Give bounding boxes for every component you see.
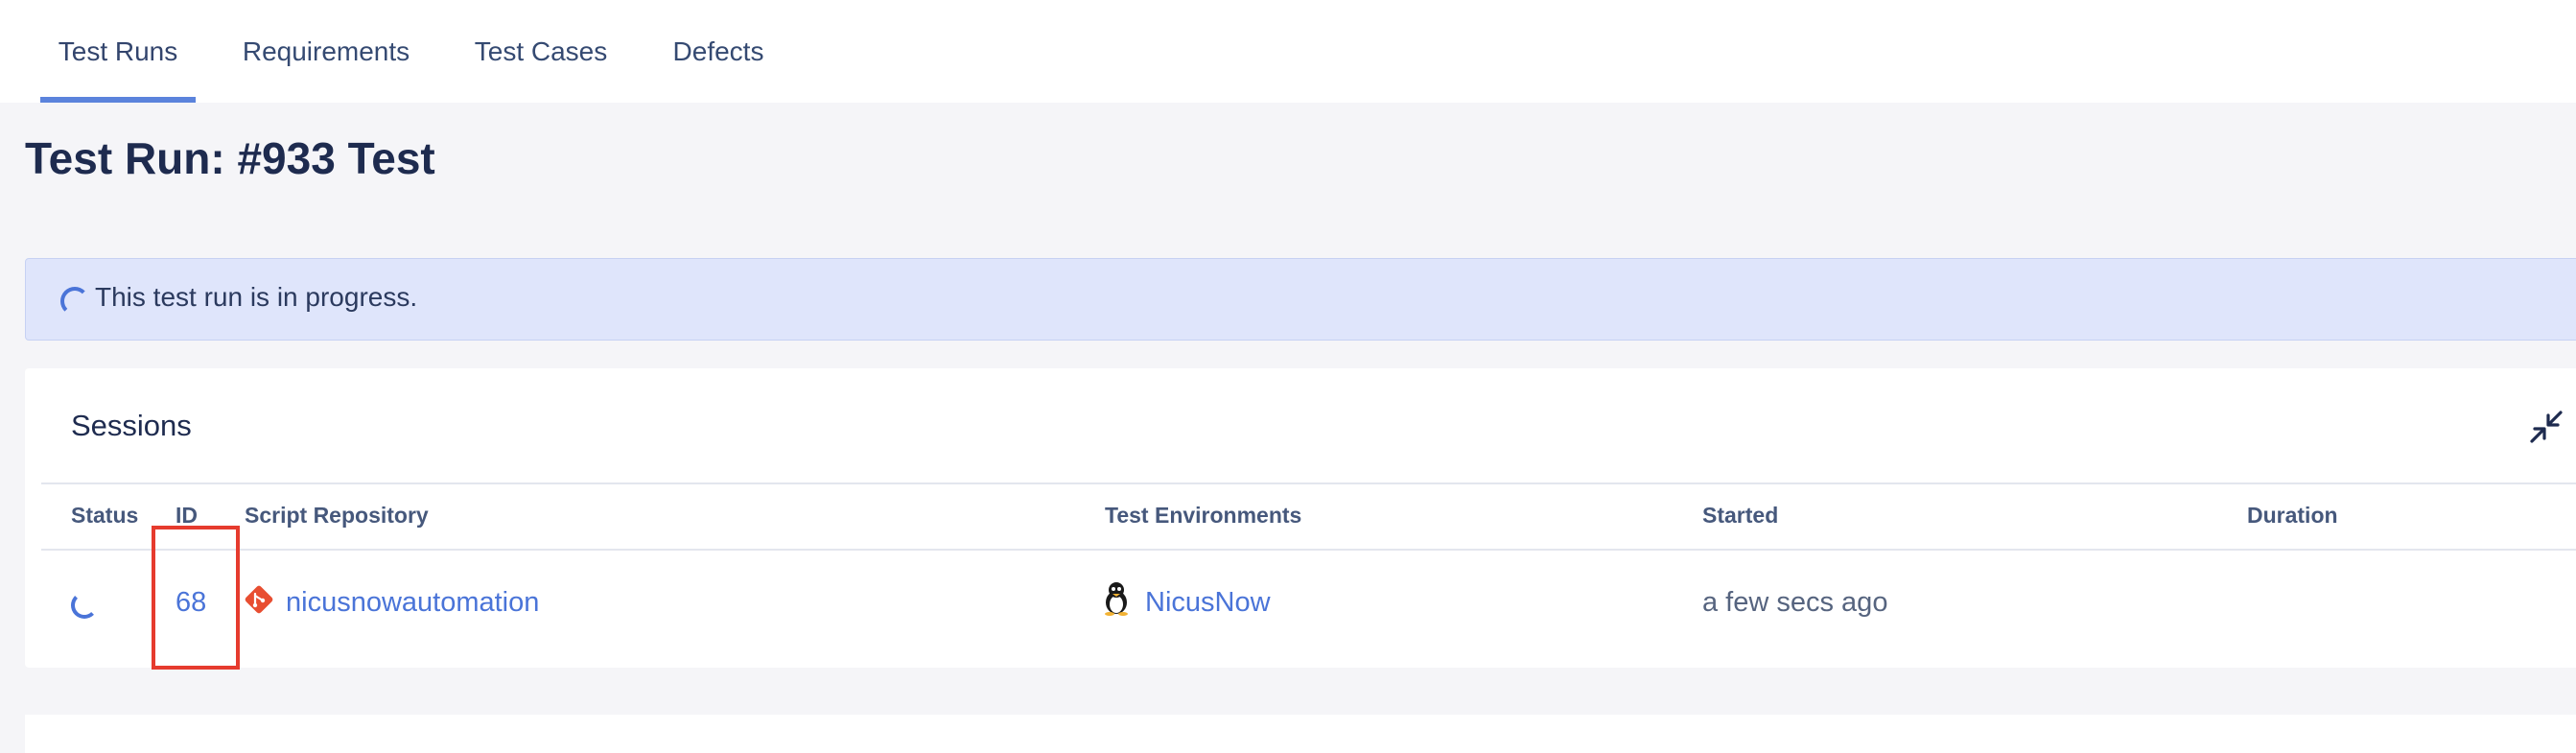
tab-defects-label: Defects xyxy=(672,35,764,66)
status-banner: This test run is in progress. xyxy=(25,258,2576,341)
collapse-icon[interactable] xyxy=(2528,409,2564,445)
column-header-status[interactable]: Status xyxy=(71,503,138,529)
sessions-title: Sessions xyxy=(71,409,192,442)
linux-icon xyxy=(1102,581,1131,616)
page-title: Test Run: #933 Test xyxy=(25,133,435,183)
git-icon xyxy=(244,584,274,615)
spinner-icon xyxy=(60,287,89,316)
active-tab-indicator xyxy=(40,97,196,103)
tab-test-cases[interactable]: Test Cases xyxy=(462,0,620,103)
status-banner-text: This test run is in progress. xyxy=(95,282,418,312)
tab-requirements[interactable]: Requirements xyxy=(228,0,424,103)
session-started: a few secs ago xyxy=(1702,587,1888,618)
tab-requirements-label: Requirements xyxy=(242,35,410,66)
tab-test-cases-label: Test Cases xyxy=(474,35,608,66)
status-spinner-icon xyxy=(71,592,98,619)
header-divider xyxy=(41,482,2576,484)
tab-bar: Test Runs Requirements Test Cases Defect… xyxy=(0,0,2576,103)
tab-defects[interactable]: Defects xyxy=(658,0,779,103)
column-header-started[interactable]: Started xyxy=(1702,503,1778,529)
column-header-test-environments[interactable]: Test Environments xyxy=(1105,503,1301,529)
next-panel xyxy=(25,715,2576,753)
column-header-duration[interactable]: Duration xyxy=(2247,503,2338,529)
tab-test-runs-label: Test Runs xyxy=(58,35,178,66)
test-environment-link[interactable]: NicusNow xyxy=(1145,587,1271,619)
column-header-id[interactable]: ID xyxy=(176,503,198,529)
script-repository-link[interactable]: nicusnowautomation xyxy=(286,587,539,619)
tab-test-runs[interactable]: Test Runs xyxy=(40,0,196,103)
column-header-script-repository[interactable]: Script Repository xyxy=(245,503,429,529)
row-divider xyxy=(41,549,2576,551)
session-id-link[interactable]: 68 xyxy=(176,587,206,619)
sessions-panel: Sessions Status ID Script Repository Tes… xyxy=(25,368,2576,668)
